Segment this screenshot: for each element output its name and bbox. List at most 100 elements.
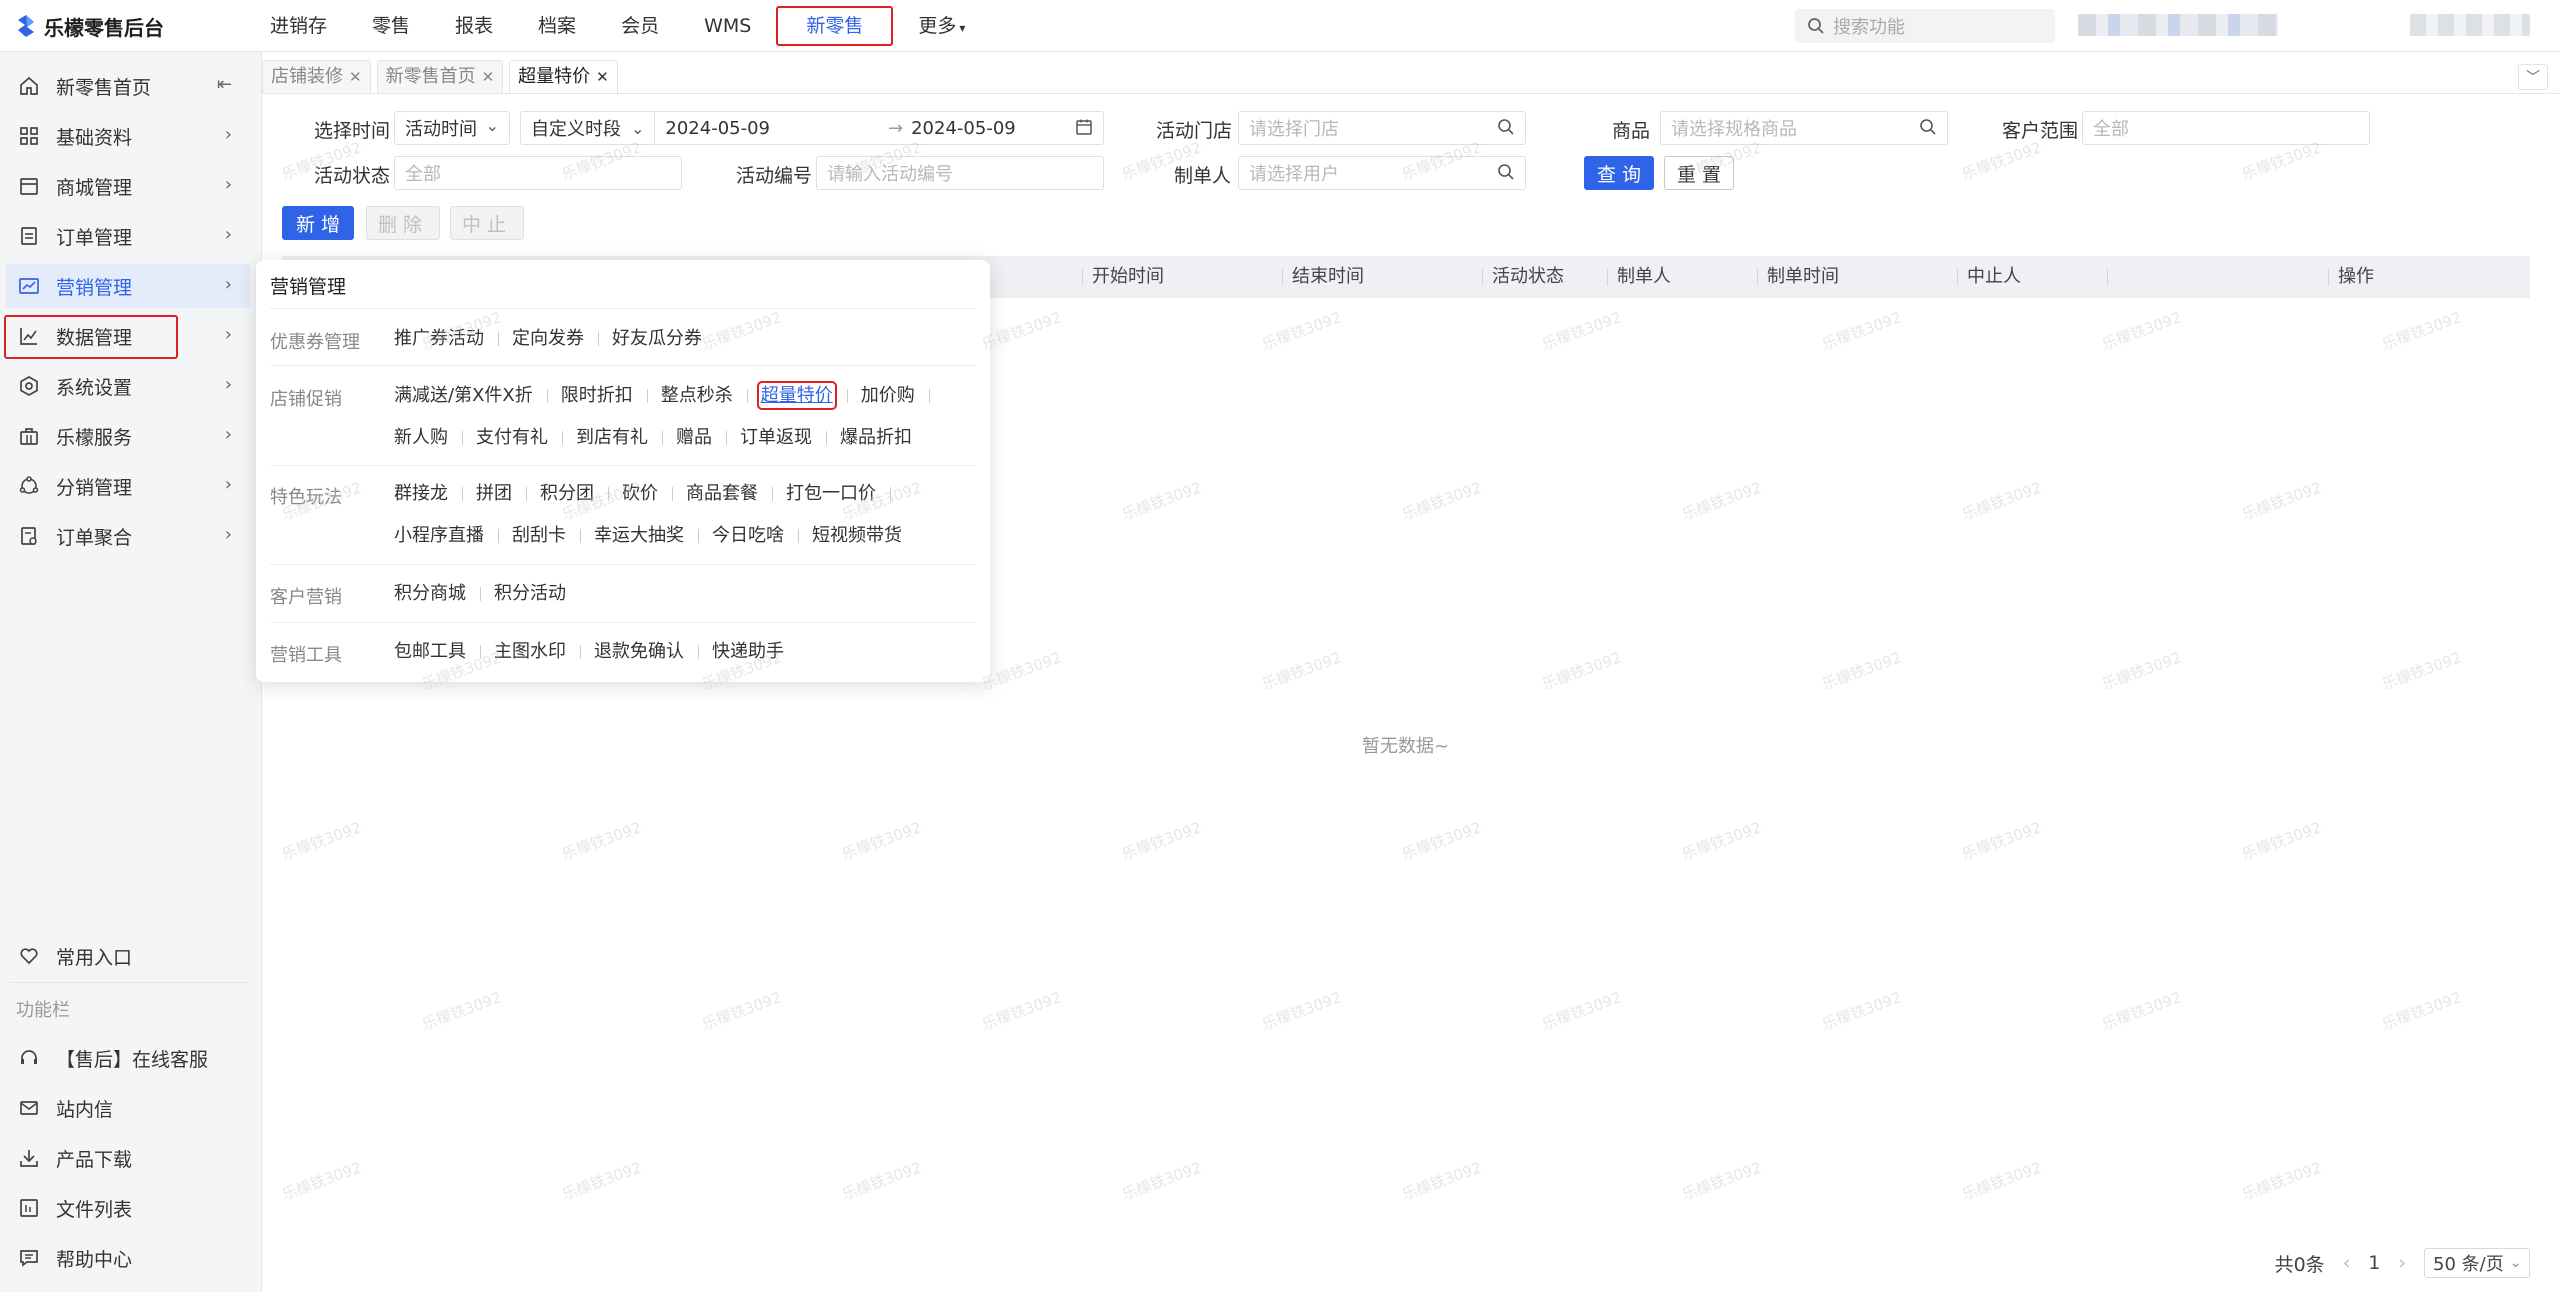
prev-page-icon[interactable]: ‹ <box>2343 1252 2351 1274</box>
menu-item-group-chain[interactable]: 群接龙 <box>394 483 462 505</box>
menu-item-points-activity[interactable]: 积分活动 <box>480 583 580 605</box>
date-end[interactable]: 2024-05-09 <box>911 118 1016 139</box>
account-menu-blurred[interactable] <box>2410 14 2530 36</box>
status-select[interactable]: 全部 <box>394 156 682 190</box>
product-select[interactable]: 请选择规格商品 <box>1660 111 1948 145</box>
customer-select[interactable]: 全部 <box>2082 111 2370 145</box>
menu-item-promo-coupon[interactable]: 推广券活动 <box>394 328 498 350</box>
menu-item-group-buy[interactable]: 拼团 <box>462 483 526 505</box>
sidebar-tool-help[interactable]: 帮助中心 <box>6 1236 250 1280</box>
column-divider <box>1482 268 1483 286</box>
page-size-select[interactable]: 50 条/页 ⌄ <box>2424 1248 2530 1278</box>
column-stopper[interactable]: 中止人 <box>1967 256 2021 298</box>
collapse-sidebar-icon[interactable]: ⇤ <box>217 74 232 95</box>
tab-volume-special[interactable]: 超量特价 ✕ <box>509 60 618 94</box>
menu-item-image-watermark[interactable]: 主图水印 <box>480 641 580 663</box>
nav-inventory[interactable]: 进销存 <box>250 6 347 46</box>
sidebar-item-settings[interactable]: 系统设置 › <box>6 364 250 408</box>
menu-item-limited-discount[interactable]: 限时折扣 <box>546 385 647 407</box>
menu-item-scratch-card[interactable]: 刮刮卡 <box>498 525 580 547</box>
menu-item-express-helper[interactable]: 快递助手 <box>698 641 798 663</box>
column-maker[interactable]: 制单人 <box>1617 256 1671 298</box>
nav-members[interactable]: 会员 <box>601 6 679 46</box>
sidebar-item-orders[interactable]: 订单管理 › <box>6 214 250 258</box>
sidebar-tool-online-service[interactable]: 【售后】在线客服 <box>6 1036 250 1080</box>
menu-item-targeted-coupon[interactable]: 定向发券 <box>498 328 598 350</box>
query-button[interactable]: 查 询 <box>1584 156 1654 190</box>
column-end-time[interactable]: 结束时间 <box>1292 256 1364 298</box>
close-icon[interactable]: ✕ <box>596 68 609 86</box>
order-aggregate-icon <box>16 523 42 549</box>
menu-group-customer: 客户营销 <box>270 587 342 608</box>
menu-item-bargain[interactable]: 砍价 <box>608 483 672 505</box>
close-icon[interactable]: ✕ <box>349 68 362 86</box>
menu-item-product-bundle[interactable]: 商品套餐 <box>672 483 772 505</box>
menu-item-what-to-eat[interactable]: 今日吃啥 <box>698 525 798 547</box>
sidebar-item-distribution[interactable]: 分销管理 › <box>6 464 250 508</box>
menu-item-volume-special[interactable]: 超量特价 <box>746 381 847 410</box>
menu-item-free-shipping[interactable]: 包邮工具 <box>394 641 480 663</box>
nav-reports[interactable]: 报表 <box>435 6 513 46</box>
menu-item-add-on-purchase[interactable]: 加价购 <box>846 385 929 407</box>
code-input[interactable]: 请输入活动编号 <box>816 156 1104 190</box>
date-range-picker[interactable]: 自定义时段 ⌄ 2024-05-09 → 2024-05-09 <box>520 111 1104 145</box>
sidebar-item-marketing[interactable]: 营销管理 › <box>6 264 250 308</box>
nav-new-retail[interactable]: 新零售 <box>776 6 894 46</box>
menu-item-package-price[interactable]: 打包一口价 <box>772 483 890 505</box>
date-start[interactable]: 2024-05-09 <box>665 118 770 139</box>
menu-item-flash-sale[interactable]: 整点秒杀 <box>646 385 747 407</box>
nav-retail[interactable]: 零售 <box>352 6 430 46</box>
delete-button[interactable]: 删除 <box>366 206 440 240</box>
sidebar-item-order-aggregate[interactable]: 订单聚合 › <box>6 514 250 558</box>
menu-item-mini-live[interactable]: 小程序直播 <box>394 525 498 547</box>
next-page-icon[interactable]: › <box>2398 1252 2406 1274</box>
time-range-type[interactable]: 自定义时段 <box>531 115 621 141</box>
menu-item-order-cashback[interactable]: 订单返现 <box>726 427 826 449</box>
tabs-dropdown-button[interactable]: ﹀ <box>2518 64 2548 90</box>
menu-item-points-mall[interactable]: 积分商城 <box>394 583 480 605</box>
function-search[interactable]: 搜索功能 <box>1795 9 2055 43</box>
maker-select[interactable]: 请选择用户 <box>1238 156 1526 190</box>
tab-shop-decoration[interactable]: 店铺装修 ✕ <box>262 60 371 94</box>
menu-item-full-reduction[interactable]: 满减送/第X件X折 <box>394 385 547 407</box>
time-type-select[interactable]: 活动时间 ⌄ <box>394 111 510 145</box>
add-button[interactable]: 新 增 <box>282 206 354 240</box>
sidebar-item-new-retail-home[interactable]: 新零售首页 ⇤ <box>6 64 250 108</box>
menu-item-payment-gift[interactable]: 支付有礼 <box>462 427 562 449</box>
app-logo[interactable]: 乐檬零售后台 <box>16 12 164 40</box>
user-info-blurred[interactable] <box>2078 14 2278 36</box>
nav-more[interactable]: 更多 ▾ <box>898 6 985 46</box>
menu-item-hot-discount[interactable]: 爆品折扣 <box>826 427 926 449</box>
sidebar-tool-download[interactable]: 产品下载 <box>6 1136 250 1180</box>
menu-item-friend-share-coupon[interactable]: 好友瓜分券 <box>598 328 716 350</box>
close-icon[interactable]: ✕ <box>482 68 495 86</box>
menu-item-store-visit-gift[interactable]: 到店有礼 <box>562 427 662 449</box>
column-make-time[interactable]: 制单时间 <box>1767 256 1839 298</box>
sidebar-item-basic-data[interactable]: 基础资料 › <box>6 114 250 158</box>
current-page[interactable]: 1 <box>2368 1252 2380 1274</box>
stop-button[interactable]: 中止 <box>450 206 524 240</box>
sidebar-item-data[interactable]: 数据管理 › <box>6 314 250 358</box>
sidebar-tool-files[interactable]: 文件列表 <box>6 1186 250 1230</box>
sidebar-favorites[interactable]: 常用入口 <box>6 934 250 978</box>
column-status[interactable]: 活动状态 <box>1492 256 1564 298</box>
menu-item-refund-no-confirm[interactable]: 退款免确认 <box>580 641 698 663</box>
sidebar-item-lemeng-service[interactable]: 乐檬服务 › <box>6 414 250 458</box>
sidebar-tool-inbox[interactable]: 站内信 <box>6 1086 250 1130</box>
store-select[interactable]: 请选择门店 <box>1238 111 1526 145</box>
menu-item-short-video[interactable]: 短视频带货 <box>798 525 916 547</box>
store-placeholder: 请选择门店 <box>1249 119 1339 140</box>
menu-item-new-customer[interactable]: 新人购 <box>394 427 462 449</box>
menu-item-gift[interactable]: 赠品 <box>662 427 726 449</box>
nav-archives[interactable]: 档案 <box>518 6 596 46</box>
nav-wms[interactable]: WMS <box>684 6 771 46</box>
tab-new-retail-home[interactable]: 新零售首页 ✕ <box>376 60 504 94</box>
column-divider <box>1282 268 1283 286</box>
column-start-time[interactable]: 开始时间 <box>1092 256 1164 298</box>
empty-state: 暂无数据~ <box>1362 736 1450 757</box>
sidebar-item-mall[interactable]: 商城管理 › <box>6 164 250 208</box>
reset-button[interactable]: 重 置 <box>1664 156 1734 190</box>
menu-item-points-group[interactable]: 积分团 <box>526 483 608 505</box>
calendar-icon[interactable] <box>1075 118 1093 141</box>
menu-item-lucky-draw[interactable]: 幸运大抽奖 <box>580 525 698 547</box>
